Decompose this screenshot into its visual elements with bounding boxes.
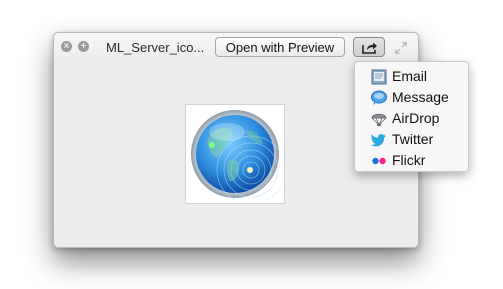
menu-item-twitter[interactable]: Twitter bbox=[355, 129, 468, 150]
file-preview-image bbox=[185, 104, 285, 204]
menu-item-airdrop[interactable]: AirDrop bbox=[355, 108, 468, 129]
menu-item-email[interactable]: Email bbox=[355, 66, 468, 87]
menu-item-message[interactable]: Message bbox=[355, 87, 468, 108]
menu-item-label: Message bbox=[392, 89, 449, 105]
title-bar: × + ML_Server_ico... Open with Preview bbox=[54, 33, 418, 61]
window-title: ML_Server_ico... bbox=[106, 40, 205, 55]
menu-item-label: Flickr bbox=[392, 152, 426, 168]
share-icon bbox=[362, 42, 377, 54]
menu-item-label: Twitter bbox=[392, 131, 434, 147]
mail-icon bbox=[371, 69, 387, 85]
twitter-icon bbox=[371, 134, 386, 147]
message-icon bbox=[371, 90, 387, 105]
menu-item-label: Email bbox=[392, 68, 428, 84]
open-with-preview-button[interactable]: Open with Preview bbox=[215, 37, 345, 57]
menu-item-label: AirDrop bbox=[392, 110, 440, 126]
zoom-icon[interactable]: + bbox=[78, 41, 89, 52]
airdrop-icon bbox=[371, 113, 387, 126]
flickr-icon bbox=[372, 157, 386, 165]
fullscreen-icon[interactable] bbox=[394, 41, 408, 55]
menu-item-flickr[interactable]: Flickr bbox=[355, 150, 468, 171]
share-button[interactable] bbox=[353, 37, 385, 57]
server-globe-icon bbox=[191, 110, 281, 200]
close-icon[interactable]: × bbox=[61, 41, 72, 52]
share-menu: Email Message AirDrop Twitter Flickr bbox=[354, 61, 469, 172]
